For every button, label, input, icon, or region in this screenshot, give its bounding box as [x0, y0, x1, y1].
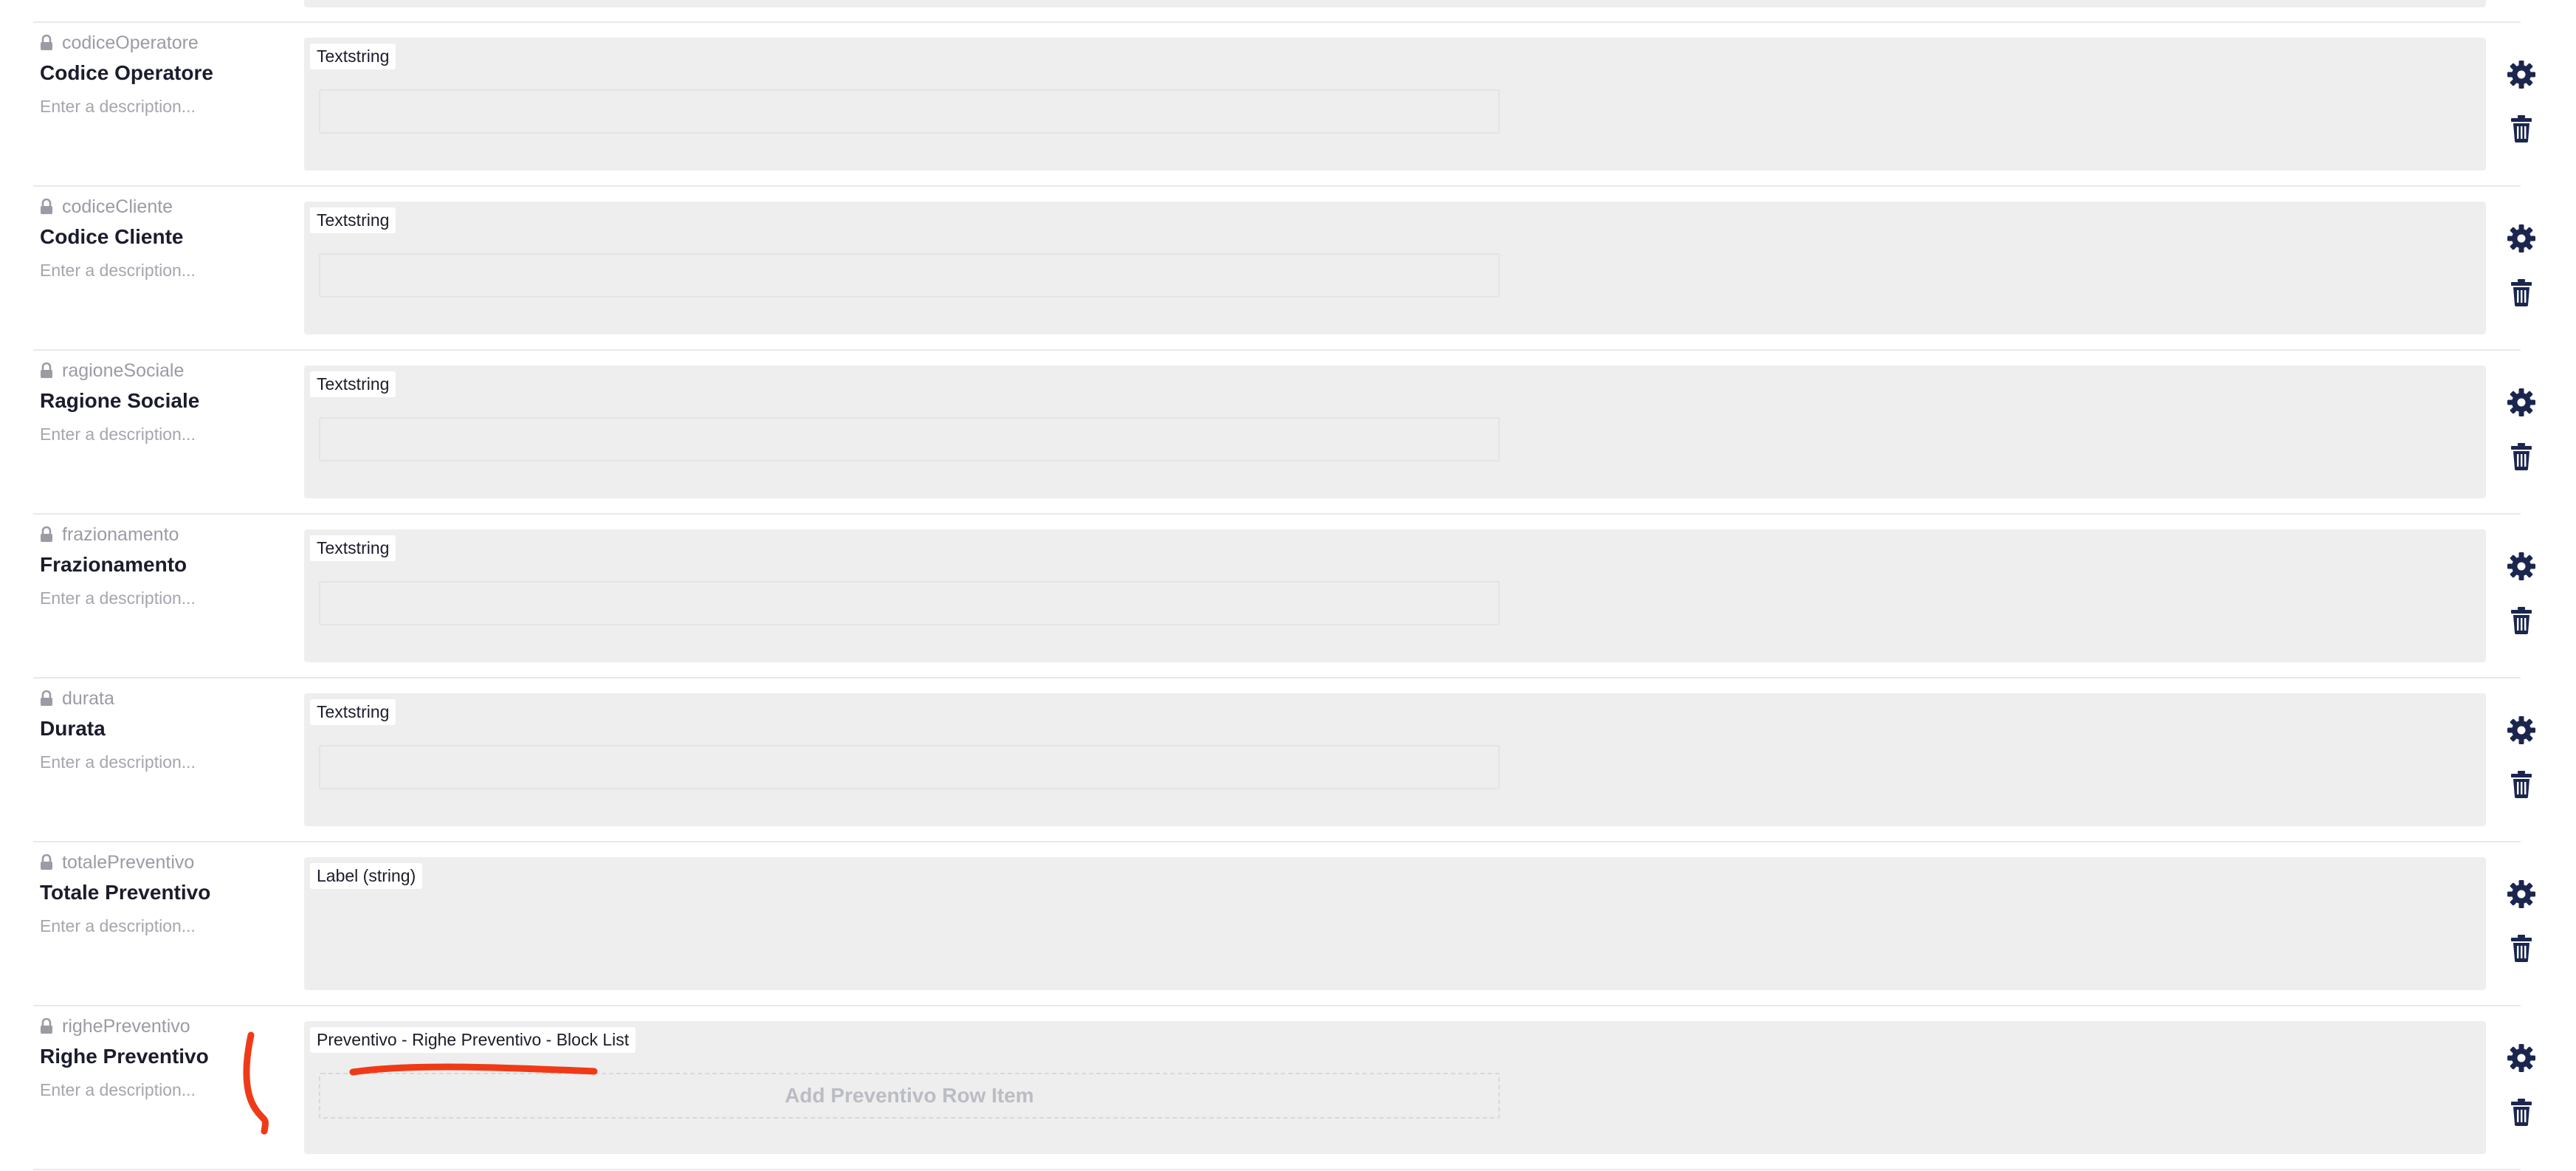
lock-icon — [41, 363, 52, 378]
previous-editor-preview — [304, 0, 2486, 7]
editor-name-badge: Preventivo - Righe Preventivo - Block Li… — [310, 1027, 636, 1053]
editor-name-badge: Label (string) — [310, 863, 423, 889]
editor-name-badge: Textstring — [310, 699, 396, 725]
property-editor-preview[interactable]: Textstring — [304, 365, 2486, 498]
lock-icon — [41, 1018, 52, 1034]
row-separator — [33, 1169, 2521, 1170]
property-label[interactable]: Frazionamento — [40, 553, 187, 577]
textstring-preview-input — [319, 417, 1500, 461]
property-description[interactable]: Enter a description... — [40, 1080, 196, 1100]
property-editor-preview[interactable]: Preventivo - Righe Preventivo - Block Li… — [304, 1021, 2486, 1154]
textstring-preview-input — [319, 253, 1500, 298]
property-alias-text: righePreventivo — [62, 1015, 190, 1037]
lock-icon — [41, 526, 52, 542]
property-label[interactable]: Totale Preventivo — [40, 881, 210, 904]
property-alias-text: durata — [62, 687, 114, 709]
property-alias[interactable]: frazionamento — [40, 523, 179, 546]
trash-icon[interactable] — [2511, 770, 2532, 798]
add-block-button[interactable]: Add Preventivo Row Item — [319, 1073, 1500, 1119]
property-alias[interactable]: codiceCliente — [40, 196, 173, 218]
property-row-codiceOperatore: codiceOperatore Codice Operatore Enter a d… — [0, 23, 2576, 187]
textstring-preview-input — [319, 89, 1500, 134]
property-alias-text: frazionamento — [62, 523, 179, 545]
property-row-codiceCliente: codiceCliente Codice Cliente Enter a descr… — [0, 187, 2576, 351]
property-editor-preview[interactable]: Textstring — [304, 529, 2486, 662]
property-alias-text: codiceOperatore — [62, 32, 199, 53]
property-label[interactable]: Ragione Sociale — [40, 389, 199, 413]
gear-icon[interactable] — [2507, 60, 2536, 89]
property-editor-preview[interactable]: Label (string) — [304, 857, 2486, 990]
property-alias-text: ragioneSociale — [62, 360, 185, 381]
trash-icon[interactable] — [2511, 606, 2532, 634]
property-description[interactable]: Enter a description... — [40, 916, 196, 936]
trash-icon[interactable] — [2511, 442, 2532, 470]
gear-icon[interactable] — [2507, 1043, 2536, 1073]
gear-icon[interactable] — [2507, 388, 2536, 417]
property-label[interactable]: Durata — [40, 717, 106, 741]
property-label[interactable]: Righe Preventivo — [40, 1045, 209, 1068]
property-description[interactable]: Enter a description... — [40, 97, 196, 117]
property-alias-text: codiceCliente — [62, 196, 173, 217]
property-row-ragioneSociale: ragioneSociale Ragione Sociale Enter a des… — [0, 351, 2576, 515]
gear-icon[interactable] — [2507, 879, 2536, 909]
property-description[interactable]: Enter a description... — [40, 261, 196, 281]
lock-icon — [41, 35, 52, 50]
editor-name-badge: Textstring — [310, 371, 396, 397]
trash-icon[interactable] — [2511, 934, 2532, 962]
property-alias[interactable]: codiceOperatore — [40, 32, 199, 54]
property-editor-preview[interactable]: Textstring — [304, 202, 2486, 334]
property-row-totalePreventivo: totalePreventivo Totale Preventivo Enter a… — [0, 842, 2576, 1006]
lock-icon — [41, 690, 52, 706]
property-label[interactable]: Codice Operatore — [40, 61, 213, 85]
editor-name-badge: Textstring — [310, 207, 396, 233]
property-description[interactable]: Enter a description... — [40, 425, 196, 444]
property-editor-preview[interactable]: Textstring — [304, 693, 2486, 826]
trash-icon[interactable] — [2511, 1098, 2532, 1126]
property-row-righePreventivo: righePreventivo Righe Preventivo Enter a d… — [0, 1006, 2576, 1170]
gear-icon[interactable] — [2507, 715, 2536, 745]
property-editor-preview[interactable]: Textstring — [304, 38, 2486, 171]
property-alias-text: totalePreventivo — [62, 851, 195, 873]
property-alias[interactable]: totalePreventivo — [40, 851, 194, 873]
property-alias[interactable]: righePreventivo — [40, 1015, 190, 1037]
lock-icon — [41, 854, 52, 870]
property-list: codiceOperatore Codice Operatore Enter a d… — [0, 0, 2576, 1171]
gear-icon[interactable] — [2507, 552, 2536, 581]
property-description[interactable]: Enter a description... — [40, 752, 196, 772]
gear-icon[interactable] — [2507, 224, 2536, 253]
property-alias[interactable]: ragioneSociale — [40, 360, 184, 382]
editor-name-badge: Textstring — [310, 44, 396, 69]
textstring-preview-input — [319, 581, 1500, 625]
trash-icon[interactable] — [2511, 114, 2532, 142]
property-row-durata: durata Durata Enter a description... Textst… — [0, 679, 2576, 842]
property-alias[interactable]: durata — [40, 687, 114, 710]
property-row-frazionamento: frazionamento Frazionamento Enter a descri… — [0, 515, 2576, 679]
lock-icon — [41, 199, 52, 214]
trash-icon[interactable] — [2511, 278, 2532, 306]
property-label[interactable]: Codice Cliente — [40, 225, 183, 249]
editor-name-badge: Textstring — [310, 535, 396, 561]
property-description[interactable]: Enter a description... — [40, 588, 196, 608]
textstring-preview-input — [319, 745, 1500, 789]
